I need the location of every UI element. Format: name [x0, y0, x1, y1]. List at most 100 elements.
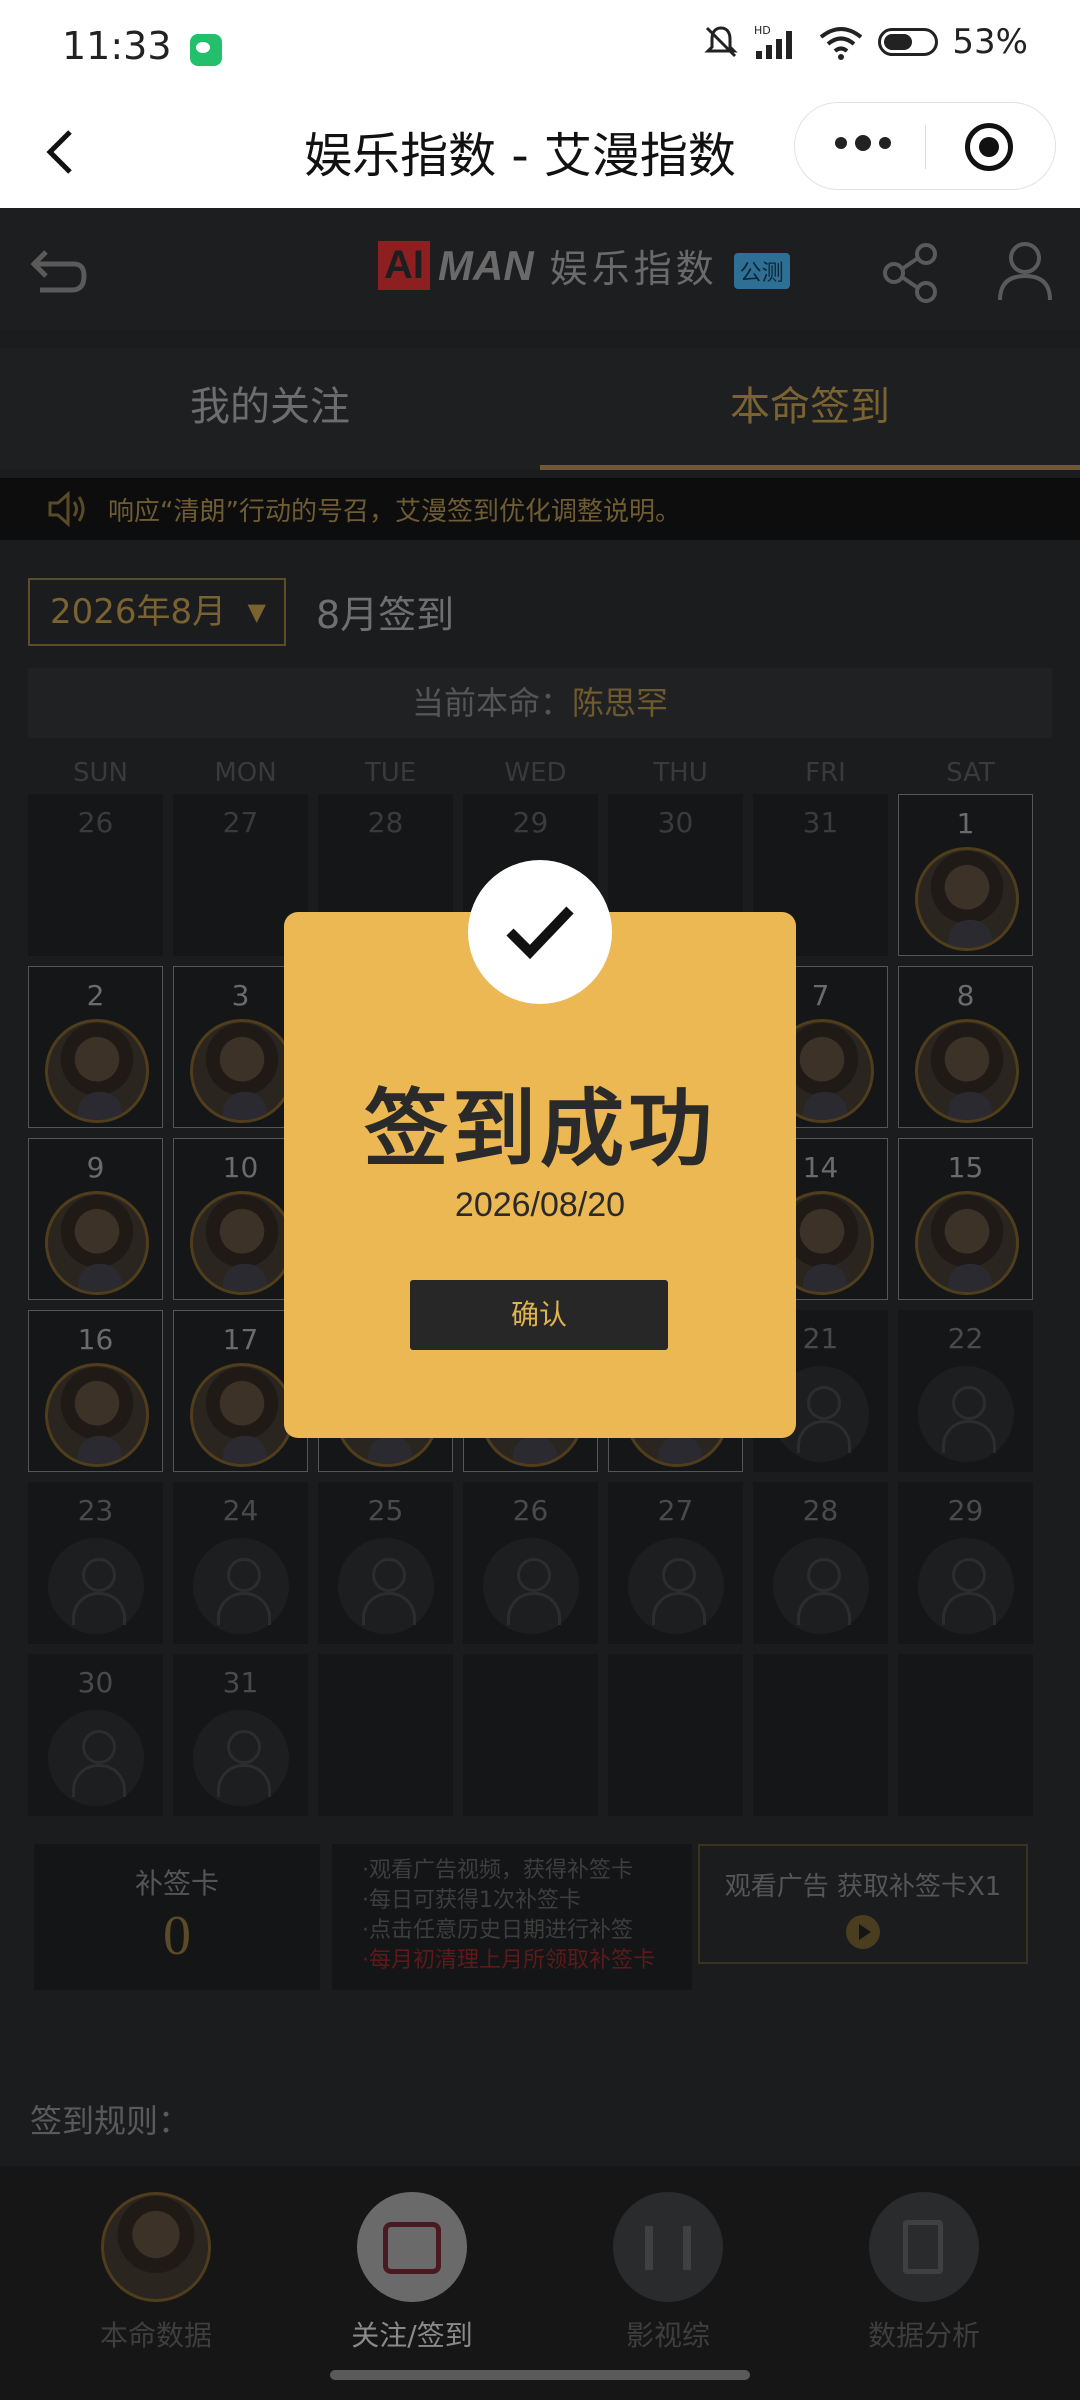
- calendar-day-cell[interactable]: 26: [463, 1482, 598, 1644]
- calendar-blank-cell: [318, 1654, 453, 1816]
- notice-bar[interactable]: 响应“清朗”行动的号召，艾漫签到优化调整说明。: [0, 478, 1080, 540]
- close-miniprogram-icon[interactable]: [965, 123, 1013, 171]
- user-placeholder-icon: [48, 1538, 144, 1634]
- day-number: 28: [367, 806, 404, 839]
- current-bias-bar: 当前本命：陈思罕: [28, 668, 1052, 738]
- calendar-blank-cell: [463, 1654, 598, 1816]
- avatar: [45, 1363, 149, 1467]
- nav-label: 关注/签到: [351, 2319, 473, 2352]
- calendar-day-cell[interactable]: 25: [318, 1482, 453, 1644]
- more-dots-icon[interactable]: [835, 135, 891, 151]
- makeup-card-count: 0: [163, 1905, 191, 1967]
- status-time: 11:33: [62, 24, 172, 68]
- makeup-card-title: 补签卡: [134, 1867, 219, 1900]
- nav-label: 数据分析: [867, 2319, 980, 2352]
- avatar: [190, 1019, 294, 1123]
- current-bias-label: 当前本命：: [411, 684, 572, 722]
- nav-follow-checkin[interactable]: 关注/签到: [312, 2166, 512, 2354]
- user-placeholder-icon: [48, 1710, 144, 1806]
- day-number: 29: [512, 806, 549, 839]
- tab-my-follow[interactable]: 我的关注: [0, 348, 540, 470]
- avatar: [45, 1191, 149, 1295]
- calendar-day-cell[interactable]: 8: [898, 966, 1033, 1128]
- calendar-day-cell[interactable]: 15: [898, 1138, 1033, 1300]
- calendar-day-cell[interactable]: 16: [28, 1310, 163, 1472]
- calendar-blank-cell: [608, 1654, 743, 1816]
- watch-ad-button[interactable]: 观看广告 获取补签卡X1: [698, 1844, 1028, 1964]
- avatar: [915, 1019, 1019, 1123]
- calendar-day-cell[interactable]: 9: [28, 1138, 163, 1300]
- day-number: 15: [947, 1151, 984, 1184]
- day-number: 26: [512, 1494, 549, 1527]
- tip-line: ·点击任意历史日期进行补签: [362, 1918, 633, 1943]
- day-number: 16: [77, 1323, 114, 1356]
- signal-icon: HD: [754, 24, 793, 59]
- calendar-blank-cell: [753, 1654, 888, 1816]
- tab-bar: 我的关注 本命签到: [0, 348, 1080, 470]
- nav-film-tv[interactable]: 影视综: [568, 2166, 768, 2354]
- calendar-day-cell[interactable]: 31: [173, 1654, 308, 1816]
- day-number: 24: [222, 1494, 259, 1527]
- speaker-icon: [48, 490, 85, 528]
- day-number: 28: [802, 1494, 839, 1527]
- confirm-button[interactable]: 确认: [410, 1280, 668, 1350]
- user-placeholder-icon: [193, 1710, 289, 1806]
- makeup-tips: ·观看广告视频，获得补签卡 ·每日可获得1次补签卡 ·点击任意历史日期进行补签 …: [332, 1844, 692, 1990]
- day-number: 31: [222, 1666, 259, 1699]
- share-icon[interactable]: [880, 242, 942, 304]
- calendar-day-cell[interactable]: 23: [28, 1482, 163, 1644]
- weekday-sun: SUN: [73, 758, 128, 788]
- logo-ai: AI: [378, 241, 430, 290]
- calendar-day-cell[interactable]: 27: [608, 1482, 743, 1644]
- nav-label: 影视综: [625, 2319, 710, 2352]
- play-icon: [846, 1915, 880, 1949]
- avatar: [101, 2192, 211, 2302]
- day-number: 25: [367, 1494, 404, 1527]
- tab-bias-checkin[interactable]: 本命签到: [540, 348, 1080, 470]
- day-number: 22: [947, 1322, 984, 1355]
- nav-bias-data[interactable]: 本命数据: [56, 2166, 256, 2354]
- avatar: [45, 1019, 149, 1123]
- day-number: 26: [77, 806, 114, 839]
- status-bar: 11:33 HD 53%: [0, 0, 1080, 96]
- day-number: 30: [77, 1666, 114, 1699]
- calendar-day-cell[interactable]: 30: [28, 1654, 163, 1816]
- month-checkin-title: 8月签到: [316, 593, 455, 637]
- calendar-day-cell[interactable]: 26: [28, 794, 163, 956]
- weekday-mon: MON: [214, 758, 277, 788]
- current-bias-name: 陈思罕: [572, 684, 669, 722]
- wifi-icon: [820, 27, 863, 60]
- calendar-day-cell[interactable]: 29: [898, 1482, 1033, 1644]
- day-number: 8: [956, 979, 975, 1012]
- avatar: [190, 1191, 294, 1295]
- calendar-day-cell[interactable]: 1: [898, 794, 1033, 956]
- logo-text: 娱乐指数: [549, 247, 718, 291]
- capsule-divider: [925, 125, 926, 169]
- calendar-day-cell[interactable]: 28: [753, 1482, 888, 1644]
- weekday-sat: SAT: [946, 758, 995, 788]
- day-number: 23: [77, 1494, 114, 1527]
- battery-percent: 53%: [952, 22, 1028, 62]
- day-number: 27: [222, 806, 259, 839]
- tip-line: ·观看广告视频，获得补签卡: [362, 1858, 633, 1883]
- home-indicator[interactable]: [330, 2370, 750, 2380]
- day-number: 29: [947, 1494, 984, 1527]
- return-arrow-icon[interactable]: [26, 244, 90, 300]
- document-icon: [869, 2192, 979, 2302]
- weekday-header: SUN MON TUE WED THU FRI SAT: [28, 758, 1052, 790]
- calendar-blank-cell: [898, 1654, 1033, 1816]
- calendar-day-cell[interactable]: 22: [898, 1310, 1033, 1472]
- aiman-logo: AI MAN 娱乐指数 公测: [378, 238, 790, 293]
- tip-line-warning: ·每月初清理上月所领取补签卡: [362, 1948, 655, 1973]
- month-dropdown[interactable]: 2026年8月: [28, 578, 286, 646]
- user-icon[interactable]: [996, 238, 1054, 302]
- calendar-day-cell[interactable]: 2: [28, 966, 163, 1128]
- weekday-thu: THU: [653, 758, 708, 788]
- day-number: 9: [86, 1151, 105, 1184]
- calendar-day-cell[interactable]: 24: [173, 1482, 308, 1644]
- day-number: 1: [956, 807, 975, 840]
- mute-bell-icon: [704, 26, 739, 58]
- dialog-date: 2026/08/20: [454, 1186, 626, 1224]
- nav-data-analysis[interactable]: 数据分析: [824, 2166, 1024, 2354]
- notice-text: 响应“清朗”行动的号召，艾漫签到优化调整说明。: [108, 496, 681, 527]
